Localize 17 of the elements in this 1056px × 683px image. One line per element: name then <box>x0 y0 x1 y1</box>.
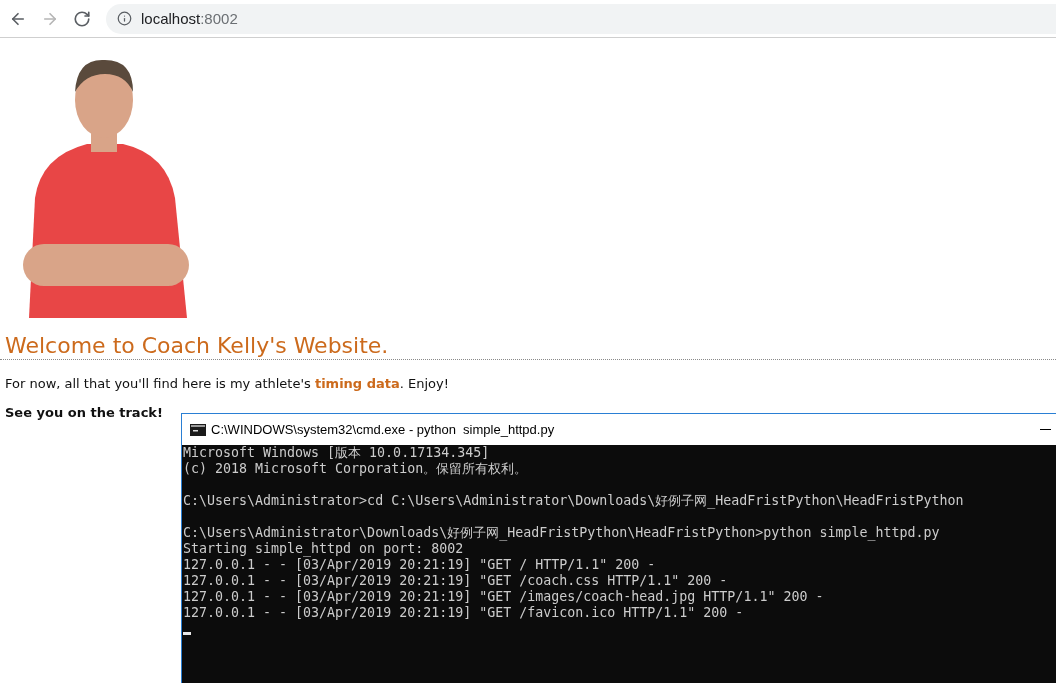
address-bar[interactable]: localhost:8002 <box>106 3 1056 34</box>
console-line: 127.0.0.1 - - [03/Apr/2019 20:21:19] "GET /images/coach-head.jpg HTTP/1.1" 200 - <box>183 589 824 605</box>
console-line: C:\Users\Administrator>cd C:\Users\Administrator\Downloads\好例子网_HeadFristPython\HeadFristPython <box>183 493 964 509</box>
page-heading: Welcome to Coach Kelly's Website. <box>0 332 1056 360</box>
console-icon <box>190 423 206 436</box>
console-line: Microsoft Windows [版本 10.0.17134.345] <box>183 445 490 461</box>
console-line: C:\Users\Administrator\Downloads\好例子网_HeadFristPython\HeadFristPython>python simple_httpd.py <box>183 525 940 541</box>
console-line: 127.0.0.1 - - [03/Apr/2019 20:21:19] "GET /favicon.ico HTTP/1.1" 200 - <box>183 605 744 621</box>
intro-paragraph: For now, all that you'll find here is my athlete's timing data. Enjoy! <box>5 375 449 392</box>
window-title: C:\WINDOWS\system32\cmd.exe - python simple_httpd.py <box>211 422 555 437</box>
signoff-text: See you on the track! <box>5 404 163 421</box>
console-line: 127.0.0.1 - - [03/Apr/2019 20:21:19] "GET /coach.css HTTP/1.1" 200 - <box>183 573 728 589</box>
info-icon[interactable] <box>117 11 132 26</box>
reload-icon <box>73 9 91 28</box>
console-line: 127.0.0.1 - - [03/Apr/2019 20:21:19] "GET / HTTP/1.1" 200 - <box>183 557 656 573</box>
console-line: (c) 2018 Microsoft Corporation。保留所有权利。 <box>183 461 528 477</box>
console-line: Starting simple_httpd on port: 8002 <box>183 541 464 557</box>
